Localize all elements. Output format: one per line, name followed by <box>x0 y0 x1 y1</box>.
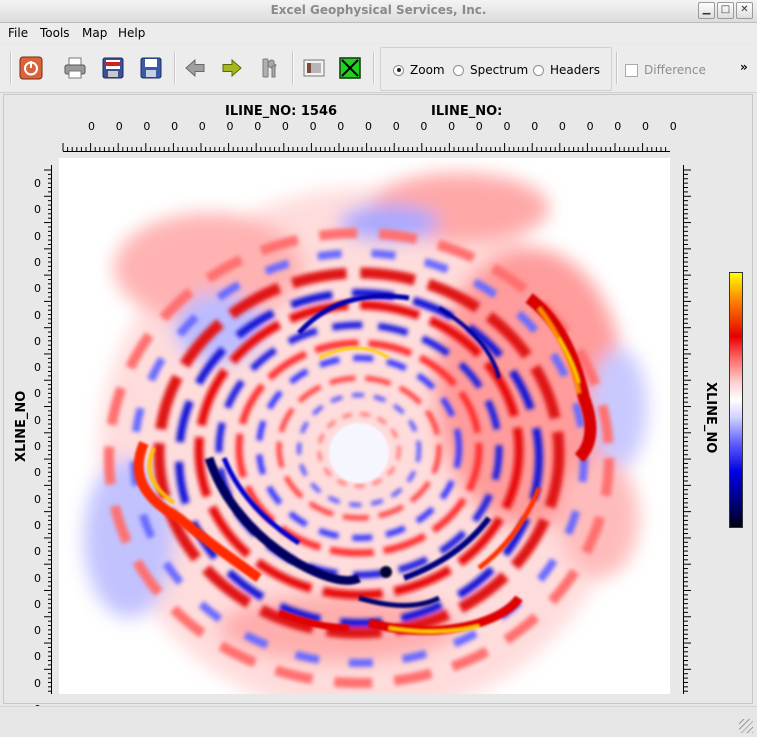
seismic-plot-area[interactable] <box>59 158 670 718</box>
resize-grip[interactable] <box>739 719 753 733</box>
seismic-amplitude-image[interactable] <box>59 158 670 718</box>
amplitude-colorbar <box>729 272 743 528</box>
status-bar <box>0 706 757 737</box>
